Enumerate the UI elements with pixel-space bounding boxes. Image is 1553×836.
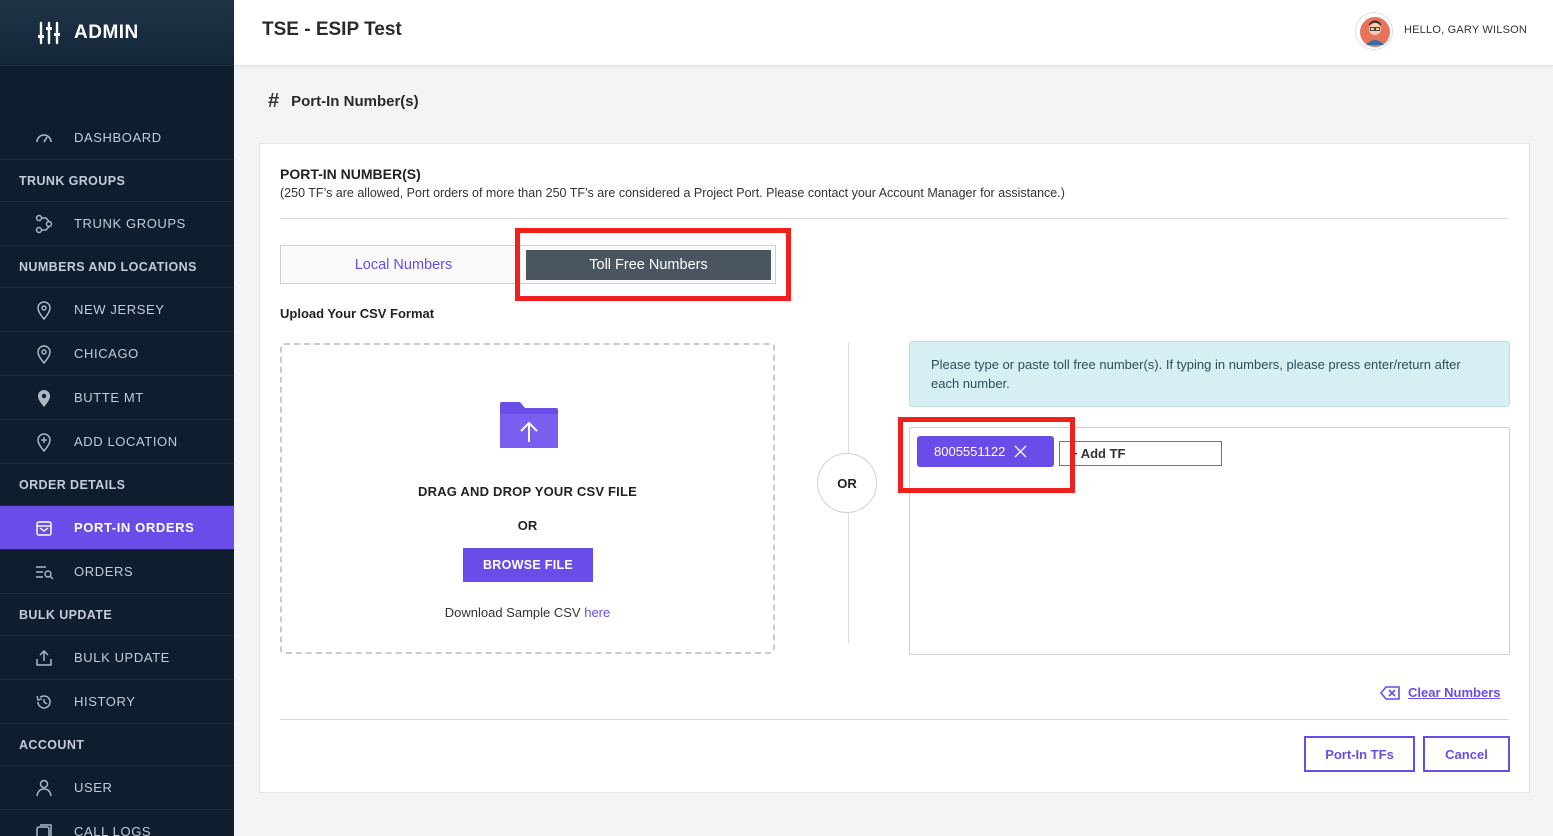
port-in-card: PORT-IN NUMBER(S) (250 TF’s are allowed,… bbox=[259, 143, 1530, 793]
nav-section-trunk-groups: TRUNK GROUPS bbox=[0, 160, 234, 202]
sidebar-item-label: PORT-IN ORDERS bbox=[74, 520, 195, 535]
call-logs-icon bbox=[34, 822, 54, 836]
user-greeting: HELLO, GARY WILSON bbox=[1404, 24, 1528, 36]
hash-icon: # bbox=[268, 90, 280, 112]
sidebar-item-label: BUTTE MT bbox=[74, 390, 144, 405]
divider-bottom bbox=[280, 719, 1509, 720]
sidebar-item-butte-mt[interactable]: BUTTE MT bbox=[0, 376, 234, 420]
page-heading: # Port-In Number(s) bbox=[268, 90, 419, 113]
nav-section-order-details: ORDER DETAILS bbox=[0, 464, 234, 506]
drag-drop-text: DRAG AND DROP YOUR CSV FILE bbox=[418, 484, 637, 499]
folder-upload-icon bbox=[500, 402, 558, 448]
sidebar-nav: DASHBOARD TRUNK GROUPS TRUNK GROUPS NUMBERS… bbox=[0, 116, 234, 836]
clear-numbers-link[interactable]: Clear Numbers bbox=[1380, 685, 1500, 700]
page-title: Port-In Number(s) bbox=[291, 93, 419, 110]
tab-local-numbers[interactable]: Local Numbers bbox=[281, 246, 526, 283]
port-in-icon bbox=[34, 518, 54, 538]
cancel-button[interactable]: Cancel bbox=[1423, 736, 1510, 772]
download-sample-link[interactable]: here bbox=[584, 605, 610, 620]
or-divider: OR bbox=[817, 453, 877, 513]
sidebar-item-label: HISTORY bbox=[74, 694, 136, 709]
sidebar-item-chicago[interactable]: CHICAGO bbox=[0, 332, 234, 376]
upload-label: Upload Your CSV Format bbox=[280, 306, 435, 321]
location-pin-icon bbox=[34, 344, 54, 364]
backspace-icon bbox=[1380, 685, 1400, 700]
brand-title: ADMIN bbox=[74, 21, 139, 43]
sidebar-item-port-in-orders[interactable]: PORT-IN ORDERS bbox=[0, 506, 234, 550]
location-pin-icon bbox=[34, 300, 54, 320]
sidebar-item-history[interactable]: HISTORY bbox=[0, 680, 234, 724]
orders-icon bbox=[34, 562, 54, 582]
app-title: TSE - ESIP Test bbox=[262, 19, 402, 40]
nav-section-bulk-update: BULK UPDATE bbox=[0, 594, 234, 636]
browse-file-button[interactable]: BROWSE FILE bbox=[463, 548, 593, 582]
divider bbox=[280, 218, 1509, 219]
nav-section-numbers-and-locations: NUMBERS AND LOCATIONS bbox=[0, 246, 234, 288]
sidebar-item-trunk-groups[interactable]: TRUNK GROUPS bbox=[0, 202, 234, 246]
sidebar-item-label: CALL LOGS bbox=[74, 824, 152, 836]
top-header: TSE - ESIP Test HELLO, GARY WILSON bbox=[234, 0, 1553, 66]
sidebar-item-bulk-update[interactable]: BULK UPDATE bbox=[0, 636, 234, 680]
sidebar-item-label: ORDERS bbox=[74, 564, 134, 579]
add-tf-input[interactable] bbox=[1059, 441, 1222, 466]
sidebar-item-add-location[interactable]: ADD LOCATION bbox=[0, 420, 234, 464]
download-sample-text: Download Sample CSV here bbox=[282, 605, 773, 620]
download-sample-label: Download Sample CSV bbox=[444, 605, 585, 620]
sidebar-item-label: ADD LOCATION bbox=[74, 434, 178, 449]
card-title: PORT-IN NUMBER(S) bbox=[280, 166, 421, 182]
location-pin-filled-icon bbox=[34, 388, 54, 408]
sidebar-item-label: USER bbox=[74, 780, 113, 795]
highlight-box-chip bbox=[898, 417, 1075, 493]
sidebar-item-label: BULK UPDATE bbox=[74, 650, 170, 665]
dropzone-or-text: OR bbox=[517, 518, 538, 533]
sidebar-item-new-jersey[interactable]: NEW JERSEY bbox=[0, 288, 234, 332]
dashboard-icon bbox=[34, 128, 54, 148]
sidebar-item-label: CHICAGO bbox=[74, 346, 139, 361]
nav-section-account: ACCOUNT bbox=[0, 724, 234, 766]
sidebar-item-label: DASHBOARD bbox=[74, 130, 162, 145]
sidebar-item-call-logs[interactable]: CALL LOGS bbox=[0, 810, 234, 836]
brand[interactable]: ADMIN bbox=[0, 0, 234, 66]
info-alert: Please type or paste toll free number(s)… bbox=[909, 341, 1510, 407]
sidebar-item-label: NEW JERSEY bbox=[74, 302, 165, 317]
sidebar-item-orders[interactable]: ORDERS bbox=[0, 550, 234, 594]
sliders-logo-icon bbox=[38, 21, 60, 44]
sidebar: ADMIN DASHBOARD TRUNK GROUPS TRUNK GROUPS N… bbox=[0, 0, 234, 836]
trunk-groups-icon bbox=[34, 214, 54, 234]
csv-dropzone[interactable]: DRAG AND DROP YOUR CSV FILE OR BROWSE FI… bbox=[280, 343, 775, 654]
avatar[interactable] bbox=[1355, 12, 1393, 50]
history-icon bbox=[34, 692, 54, 712]
sidebar-item-user[interactable]: USER bbox=[0, 766, 234, 810]
add-location-icon bbox=[34, 432, 54, 452]
upload-icon bbox=[34, 648, 54, 668]
highlight-box-tab bbox=[515, 228, 791, 301]
sidebar-item-dashboard[interactable]: DASHBOARD bbox=[0, 116, 234, 160]
user-icon bbox=[34, 778, 54, 798]
port-in-tfs-button[interactable]: Port-In TFs bbox=[1304, 736, 1415, 772]
user-avatar-icon bbox=[1360, 17, 1390, 47]
card-subtitle: (250 TF’s are allowed, Port orders of mo… bbox=[280, 186, 1065, 200]
clear-numbers-label: Clear Numbers bbox=[1408, 685, 1501, 700]
sidebar-item-label: TRUNK GROUPS bbox=[74, 216, 186, 231]
